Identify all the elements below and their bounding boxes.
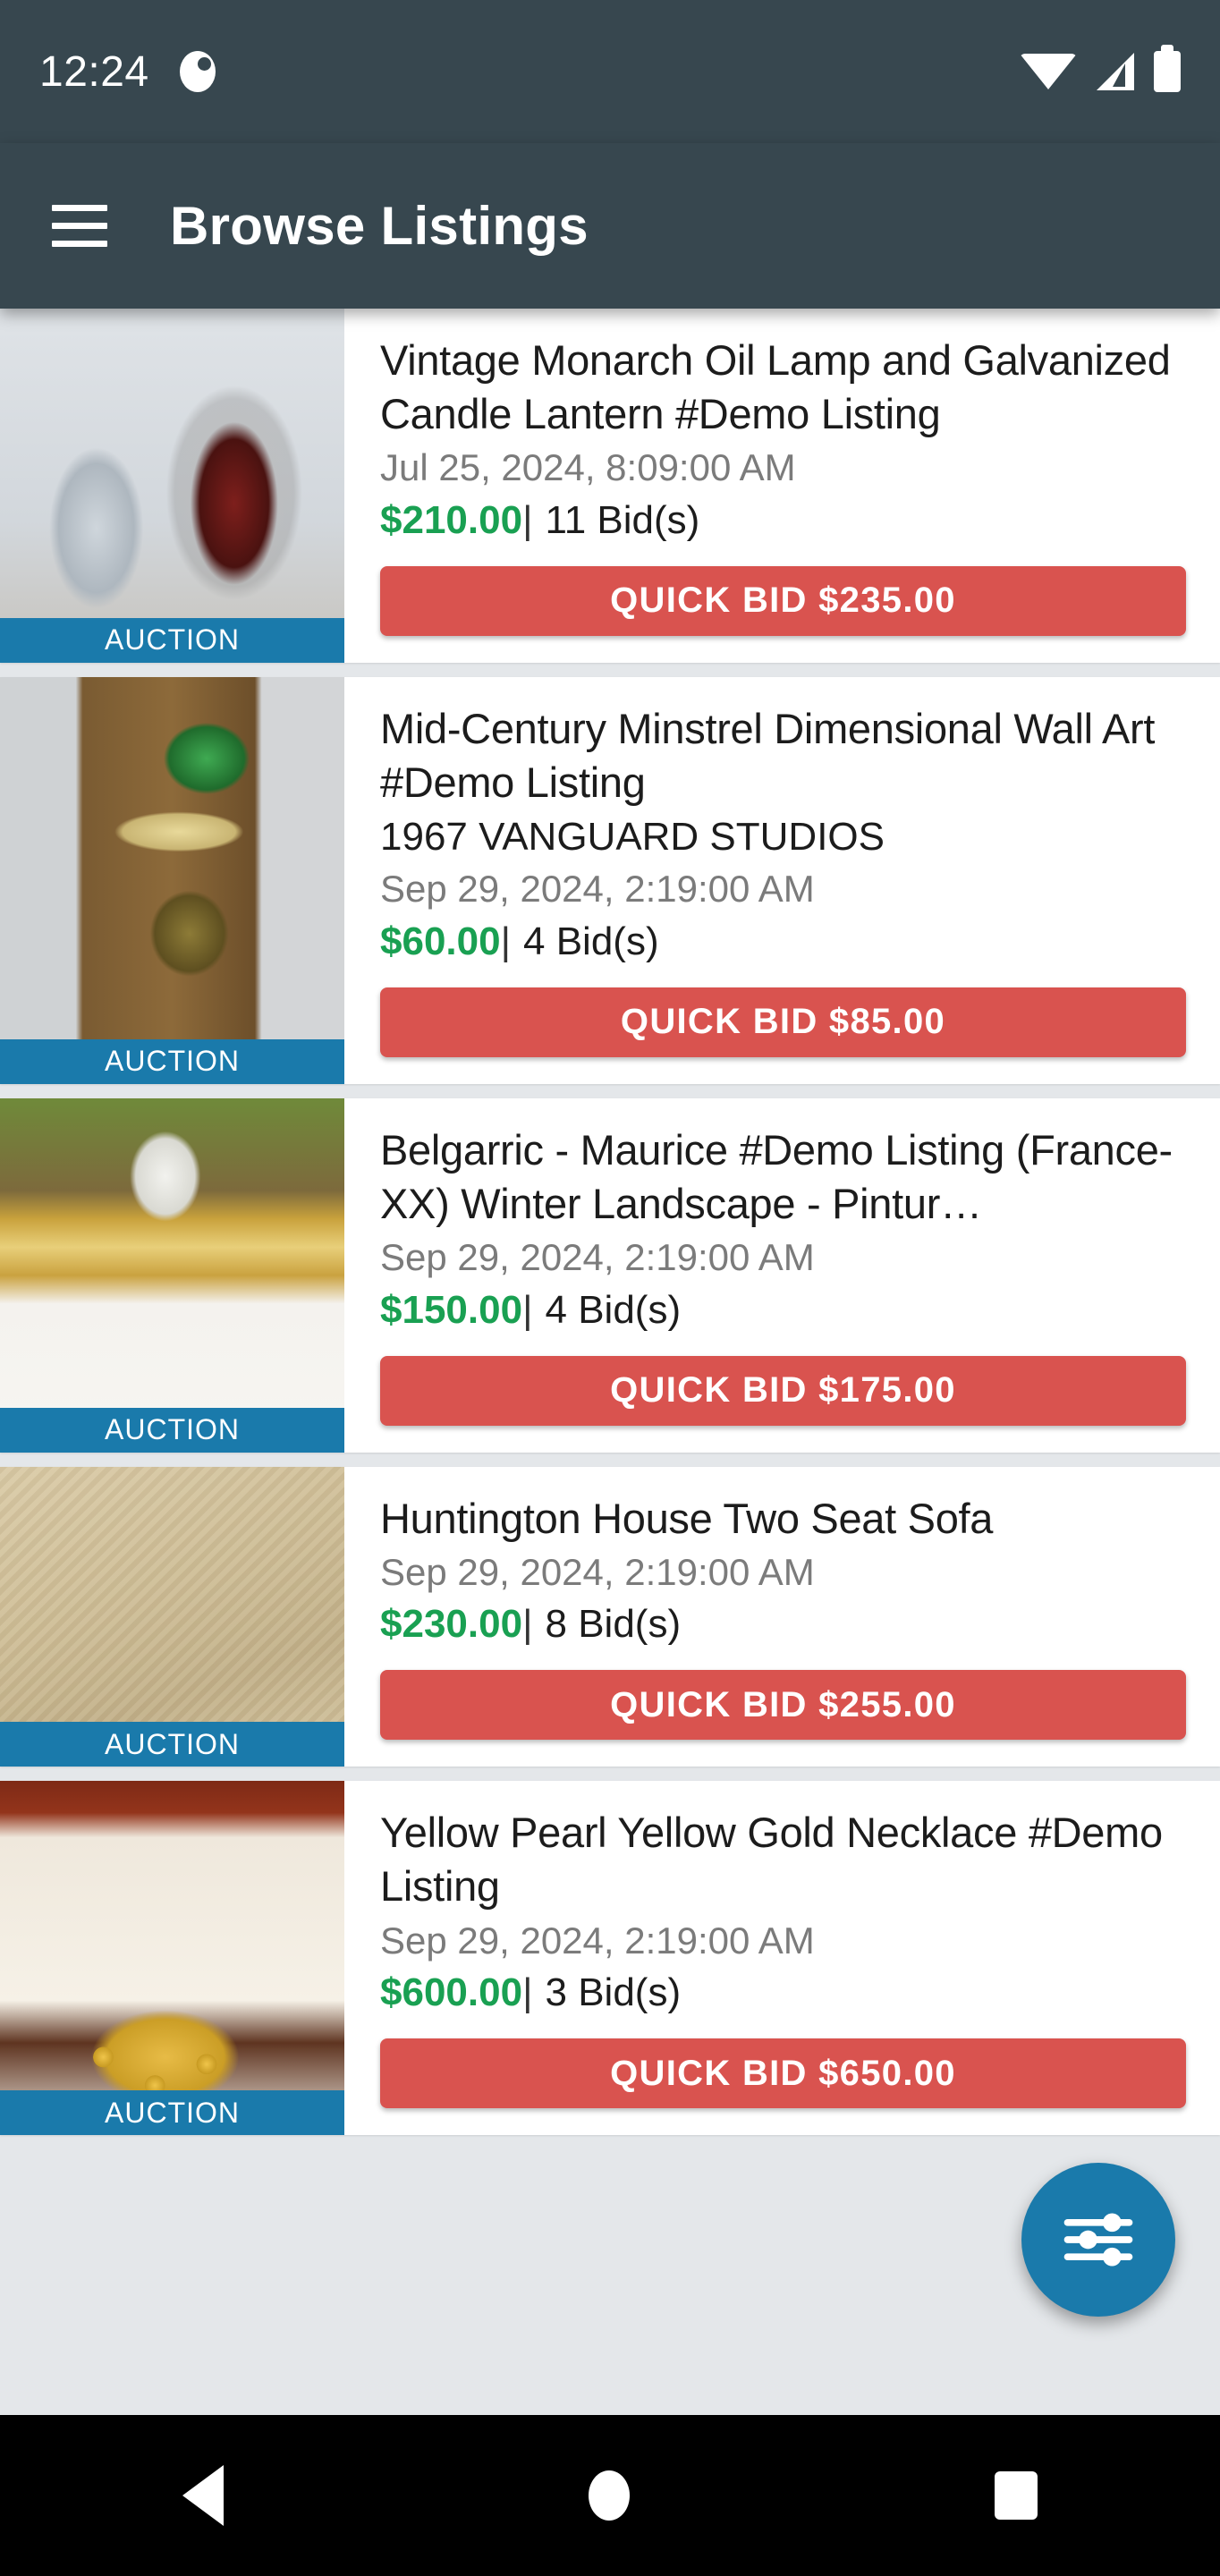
listings-list[interactable]: AUCTION Vintage Monarch Oil Lamp and Gal… xyxy=(0,309,1220,2415)
status-badge: AUCTION xyxy=(0,1722,344,1767)
quick-bid-button[interactable]: QUICK BID $650.00 xyxy=(380,2038,1186,2109)
status-badge: AUCTION xyxy=(0,617,344,663)
listing-image xyxy=(0,676,344,1084)
listing-info: Vintage Monarch Oil Lamp and Galvanized … xyxy=(344,309,1220,663)
listing-thumbnail-wrap[interactable]: AUCTION xyxy=(0,1781,344,2136)
list-item[interactable]: AUCTION Belgarric - Maurice #Demo Listin… xyxy=(0,1097,1220,1453)
listing-image xyxy=(0,309,344,663)
cell-signal-icon xyxy=(1097,53,1134,90)
listing-date: Sep 29, 2024, 2:19:00 AM xyxy=(380,1550,815,1593)
listing-date: Sep 29, 2024, 2:19:00 AM xyxy=(380,1919,815,1962)
listing-info: Huntington House Two Seat Sofa Sep 29, 2… xyxy=(344,1467,1220,1767)
listing-price-row: $210.00 | 11 Bid(s) xyxy=(380,496,1186,545)
price-separator: | xyxy=(522,1970,533,2015)
listing-thumbnail-wrap[interactable]: AUCTION xyxy=(0,1466,344,1767)
listing-bid-count: 4 Bid(s) xyxy=(523,919,659,963)
listing-price: $230.00 xyxy=(380,1602,523,1647)
listing-date: Sep 29, 2024, 2:19:00 AM xyxy=(380,868,815,911)
filter-fab-button[interactable] xyxy=(1021,2163,1175,2317)
listing-bid-count: 3 Bid(s) xyxy=(545,1970,682,2015)
listing-bid-count: 8 Bid(s) xyxy=(545,1602,682,1647)
quick-bid-button[interactable]: QUICK BID $235.00 xyxy=(380,565,1186,636)
listing-info: Belgarric - Maurice #Demo Listing (Franc… xyxy=(344,1098,1220,1453)
listing-info: Yellow Pearl Yellow Gold Necklace #Demo … xyxy=(344,1781,1220,2135)
listing-price: $210.00 xyxy=(380,497,523,542)
hamburger-menu-icon[interactable] xyxy=(52,205,107,247)
price-separator: | xyxy=(522,1602,533,1647)
listing-price-row: $230.00 | 8 Bid(s) xyxy=(380,1599,1186,1648)
list-item[interactable]: AUCTION Mid-Century Minstrel Dimensional… xyxy=(0,676,1220,1084)
listing-title: Huntington House Two Seat Sofa xyxy=(380,1494,994,1542)
recents-icon[interactable] xyxy=(995,2471,1038,2520)
listing-subtitle: 1967 VANGUARD STUDIOS xyxy=(380,815,885,860)
listing-price: $60.00 xyxy=(380,919,501,963)
quick-bid-button[interactable]: QUICK BID $255.00 xyxy=(380,1670,1186,1741)
quick-bid-button[interactable]: QUICK BID $85.00 xyxy=(380,987,1186,1057)
listing-title: Yellow Pearl Yellow Gold Necklace #Demo … xyxy=(380,1809,1163,1911)
home-icon[interactable] xyxy=(589,2470,630,2521)
listing-price: $600.00 xyxy=(380,1970,523,2015)
android-nav-bar xyxy=(0,2415,1220,2576)
list-item[interactable]: AUCTION Huntington House Two Seat Sofa S… xyxy=(0,1466,1220,1767)
status-bar-left: 12:24 xyxy=(39,47,216,97)
price-separator: | xyxy=(522,497,533,542)
listing-info: Mid-Century Minstrel Dimensional Wall Ar… xyxy=(344,677,1220,1084)
price-separator: | xyxy=(500,919,512,963)
status-bar-right xyxy=(1020,45,1181,92)
price-separator: | xyxy=(522,1287,533,1332)
listing-price-row: $150.00 | 4 Bid(s) xyxy=(380,1285,1186,1335)
listing-title: Belgarric - Maurice #Demo Listing (Franc… xyxy=(380,1125,1173,1227)
status-bar: 12:24 xyxy=(0,0,1220,143)
battery-icon xyxy=(1154,45,1181,92)
list-item[interactable]: AUCTION Vintage Monarch Oil Lamp and Gal… xyxy=(0,309,1220,663)
notification-icon xyxy=(179,51,216,92)
listing-price-row: $600.00 | 3 Bid(s) xyxy=(380,1968,1186,2017)
filter-tune-icon xyxy=(1063,2213,1133,2267)
listing-price-row: $60.00 | 4 Bid(s) xyxy=(380,917,1186,966)
wifi-icon xyxy=(1020,54,1077,89)
app-bar: Browse Listings xyxy=(0,143,1220,309)
listing-thumbnail-wrap[interactable]: AUCTION xyxy=(0,676,344,1084)
status-badge: AUCTION xyxy=(0,2090,344,2136)
listing-title: Mid-Century Minstrel Dimensional Wall Ar… xyxy=(380,704,1156,806)
listing-bid-count: 11 Bid(s) xyxy=(545,497,700,542)
listing-price: $150.00 xyxy=(380,1287,523,1332)
listing-image xyxy=(0,1781,344,2136)
status-badge: AUCTION xyxy=(0,1038,344,1084)
listing-thumbnail-wrap[interactable]: AUCTION xyxy=(0,1097,344,1453)
listing-image xyxy=(0,1097,344,1453)
listing-bid-count: 4 Bid(s) xyxy=(545,1287,682,1332)
listing-date: Sep 29, 2024, 2:19:00 AM xyxy=(380,1236,815,1279)
phone-screen: 12:24 Browse Listings AUCTION Vintage Mo… xyxy=(0,0,1220,2576)
list-item[interactable]: AUCTION Yellow Pearl Yellow Gold Necklac… xyxy=(0,1781,1220,2136)
listing-title: Vintage Monarch Oil Lamp and Galvanized … xyxy=(380,336,1171,438)
back-icon[interactable] xyxy=(182,2465,224,2526)
page-title: Browse Listings xyxy=(170,196,589,256)
listing-date: Jul 25, 2024, 8:09:00 AM xyxy=(380,446,796,489)
listing-thumbnail-wrap[interactable]: AUCTION xyxy=(0,309,344,663)
quick-bid-button[interactable]: QUICK BID $175.00 xyxy=(380,1355,1186,1426)
status-clock: 12:24 xyxy=(39,47,149,96)
status-badge: AUCTION xyxy=(0,1407,344,1453)
